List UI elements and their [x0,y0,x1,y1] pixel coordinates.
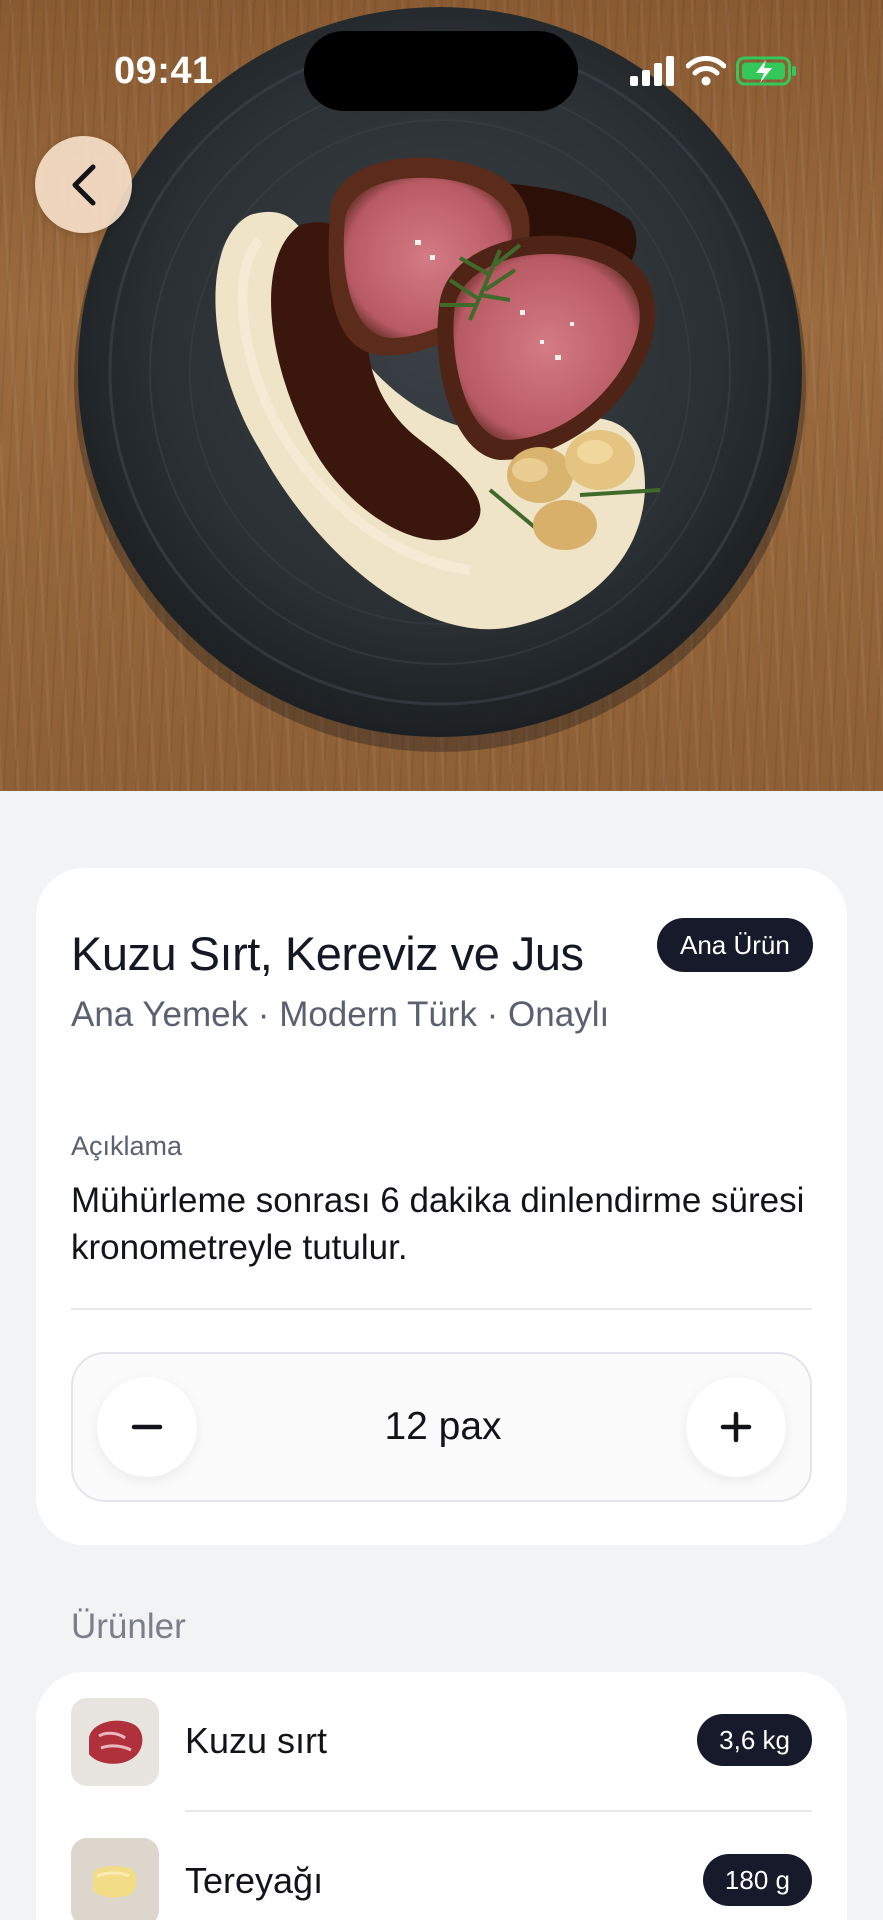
quantity-badge: 180 g [702,1854,812,1906]
portion-stepper: 12 pax [71,1352,812,1502]
product-name: Tereyağı [185,1860,324,1901]
products-section-title: Ürünler [71,1607,186,1646]
divider [71,1308,812,1310]
dish-detail-screen: 09:41 Kuzu Sırt, Kereviz ve Jus Ana Ürün… [0,0,883,1920]
category-badge: Ana Ürün [657,918,813,972]
raw-lamb-thumbnail [71,1698,159,1786]
status-time: 09:41 [114,50,214,92]
chevron-left-icon [72,164,95,205]
list-item[interactable]: Kuzu sırt 3,6 kg [36,1672,847,1812]
butter-thumbnail [71,1838,159,1920]
plus-icon [720,1411,752,1443]
battery-charging-icon [736,56,796,86]
wifi-icon [686,56,726,86]
increase-button[interactable] [686,1377,786,1477]
minus-icon [131,1424,163,1430]
cellular-signal-icon [630,56,674,86]
description-label: Açıklama [71,1131,183,1161]
status-bar: 09:41 [0,0,883,140]
quantity-badge: 3,6 kg [697,1714,812,1766]
products-list: Kuzu sırt 3,6 kg Tereyağı 180 g [36,1672,847,1920]
description-text: Mühürleme sonrası 6 dakika dinlendirme s… [71,1181,805,1267]
decrease-button[interactable] [97,1377,197,1477]
dish-title: Kuzu Sırt, Kereviz ve Jus [71,927,584,980]
dynamic-island [304,31,578,111]
dish-subtitle: Ana Yemek · Modern Türk · Onaylı [71,995,610,1034]
product-name: Kuzu sırt [185,1720,328,1761]
hero-image: 09:41 [0,0,883,791]
portion-value: 12 pax [384,1405,502,1448]
list-item[interactable]: Tereyağı 180 g [36,1812,847,1920]
dish-detail-card: Kuzu Sırt, Kereviz ve Jus Ana Ürün Ana Y… [36,868,847,1545]
back-button[interactable] [35,136,132,233]
status-icons [630,54,798,88]
